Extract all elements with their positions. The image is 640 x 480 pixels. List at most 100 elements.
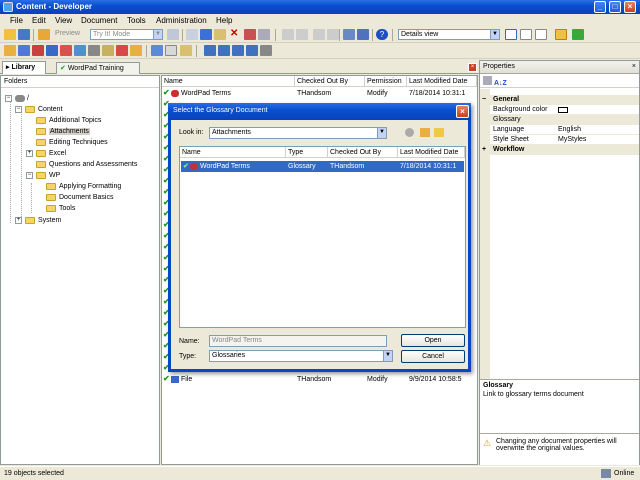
menu-help[interactable]: Help [216, 16, 232, 25]
menu-edit[interactable]: Edit [32, 16, 46, 25]
tree-item-document-basics[interactable]: Document Basics [46, 193, 113, 203]
new-section-icon[interactable] [18, 45, 30, 56]
tree-item-wp[interactable]: − WP [26, 171, 60, 181]
color-swatch[interactable] [558, 107, 568, 113]
delete-icon[interactable]: ✕ [230, 29, 242, 40]
open-folder-icon[interactable] [4, 29, 16, 40]
category-general[interactable]: − General [480, 95, 639, 105]
open-button[interactable]: Open [401, 334, 465, 347]
tree-item-excel[interactable]: + Excel [26, 149, 66, 159]
table-row[interactable]: ✔ File THandsom Modify 9/9/2014 10:58:5 [162, 374, 477, 385]
link-doc-icon[interactable] [165, 45, 177, 56]
menu-file[interactable]: File [10, 16, 23, 25]
tab-library[interactable]: ▸ Library [2, 61, 46, 74]
new-topic-icon[interactable] [32, 45, 44, 56]
redo-icon[interactable] [296, 29, 308, 40]
toolbar-secondary [0, 43, 640, 59]
tree-item-content[interactable]: − Content [15, 105, 63, 115]
col-permission[interactable]: Permission [365, 76, 407, 87]
col-checked-out-by[interactable]: Checked Out By [295, 76, 365, 87]
folder-icon [36, 127, 46, 135]
dlg-col-checked-out-by[interactable]: Checked Out By [328, 147, 398, 158]
look-in-select[interactable]: Attachments ▼ [209, 127, 387, 139]
prop-background-color[interactable]: Background color [480, 105, 639, 115]
maximize-button[interactable]: □ [609, 1, 621, 13]
new-package-icon[interactable] [60, 45, 72, 56]
find-icon[interactable] [343, 29, 355, 40]
new-web-page-icon[interactable] [46, 45, 58, 56]
rename-icon[interactable] [244, 29, 256, 40]
undo-icon[interactable] [282, 29, 294, 40]
tree-item-editing-techniques[interactable]: Editing Techniques [36, 138, 108, 148]
new-folder-icon[interactable] [434, 128, 444, 137]
move-down-icon[interactable] [218, 45, 230, 56]
view-select[interactable]: Details view ▼ [398, 29, 500, 40]
new-glossary-icon[interactable] [74, 45, 86, 56]
prop-glossary[interactable]: Glossary [480, 115, 639, 125]
save-icon[interactable] [18, 29, 30, 40]
find-next-icon[interactable] [357, 29, 369, 40]
preview-button[interactable]: Preview [55, 30, 80, 37]
tree-item-root[interactable]: − / [5, 94, 29, 104]
prop-style-sheet[interactable]: Style Sheet MyStyles [480, 135, 639, 145]
back-icon[interactable] [405, 128, 414, 137]
col-name[interactable]: Name [162, 76, 295, 87]
new-assessment-icon[interactable] [102, 45, 114, 56]
tab-wordpad-training[interactable]: ✔ WordPad Training [56, 62, 140, 74]
properties-icon[interactable] [258, 29, 270, 40]
link-icon[interactable] [151, 45, 163, 56]
cut-icon[interactable] [186, 29, 198, 40]
col-last-modified[interactable]: Last Modified Date [407, 76, 477, 87]
cancel-button[interactable]: Cancel [401, 350, 465, 363]
new-question-icon[interactable] [116, 45, 128, 56]
layout-single-icon[interactable] [505, 29, 517, 40]
category-workflow[interactable]: + Workflow [480, 145, 639, 155]
close-properties-icon[interactable]: × [632, 63, 636, 70]
tree-item-attachments[interactable]: Attachments [36, 127, 90, 137]
paste-icon[interactable] [214, 29, 226, 40]
insert-icon[interactable] [313, 29, 325, 40]
table-row[interactable]: ✔ WordPad Terms THandsom Modify 7/18/201… [162, 88, 477, 99]
tree-item-questions-and-assessments[interactable]: Questions and Assessments [36, 160, 137, 170]
up-folder-icon[interactable] [420, 128, 430, 137]
menu-document[interactable]: Document [81, 16, 117, 25]
dialog-row-wordpad-terms[interactable]: ✔ WordPad Terms Glossary THandsom 7/18/2… [181, 161, 464, 172]
new-folder-icon[interactable] [130, 45, 142, 56]
alphabetical-icon[interactable]: A↓Z [494, 80, 507, 87]
menu-tools[interactable]: Tools [127, 16, 146, 25]
remove-icon[interactable] [327, 29, 339, 40]
dialog-close-button[interactable]: × [456, 105, 469, 118]
categorized-icon[interactable] [483, 76, 492, 85]
type-select[interactable]: Glossaries ▼ [209, 350, 393, 362]
demote-icon[interactable] [246, 45, 258, 56]
promote-icon[interactable] [232, 45, 244, 56]
minimize-button[interactable]: _ [594, 1, 606, 13]
menu-view[interactable]: View [55, 16, 72, 25]
tree-item-additional-topics[interactable]: Additional Topics [36, 116, 101, 126]
tree-item-system[interactable]: + System [15, 216, 61, 226]
new-module-icon[interactable] [4, 45, 16, 56]
prop-language[interactable]: Language English [480, 125, 639, 135]
check-in-icon[interactable] [555, 29, 567, 40]
close-tab-icon[interactable]: × [468, 63, 477, 72]
refresh-icon[interactable] [572, 29, 584, 40]
help-icon[interactable]: ? [376, 29, 388, 40]
menu-administration[interactable]: Administration [156, 16, 207, 25]
copy-icon[interactable] [200, 29, 212, 40]
play-icon[interactable] [167, 29, 179, 40]
dlg-col-last-modified[interactable]: Last Modified Date [398, 147, 465, 158]
name-field[interactable]: WordPad Terms [209, 335, 387, 347]
edit-icon[interactable] [180, 45, 192, 56]
dlg-col-name[interactable]: Name [180, 147, 286, 158]
move-up-icon[interactable] [204, 45, 216, 56]
tree-item-tools[interactable]: Tools [46, 204, 75, 214]
layout-split-icon[interactable] [520, 29, 532, 40]
dlg-col-type[interactable]: Type [286, 147, 328, 158]
publish-icon[interactable] [38, 29, 50, 40]
tree-item-applying-formatting[interactable]: Applying Formatting [46, 182, 121, 192]
sort-icon[interactable] [260, 45, 272, 56]
mode-select[interactable]: Try It! Mode ▼ [90, 29, 163, 40]
close-button[interactable]: × [624, 1, 636, 13]
layout-columns-icon[interactable] [535, 29, 547, 40]
new-role-icon[interactable] [88, 45, 100, 56]
